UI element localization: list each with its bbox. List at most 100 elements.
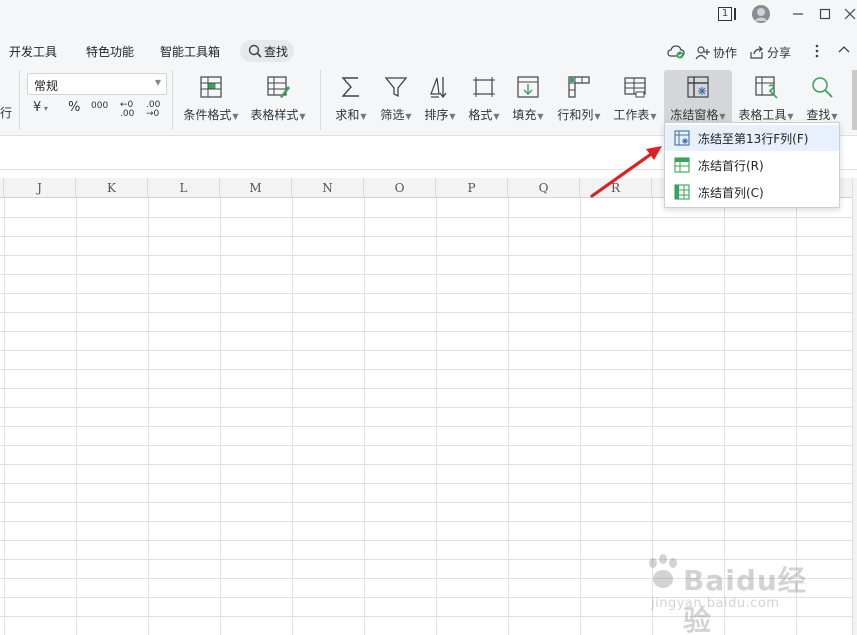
grid-row-line [0, 312, 852, 313]
grid-column-line [4, 198, 5, 635]
minimize-icon [793, 13, 803, 15]
chevron-down-icon: ▼ [154, 78, 161, 87]
grid-row-line [0, 350, 852, 351]
avatar-icon [752, 5, 770, 23]
fill-down-icon [517, 76, 539, 98]
ribbon-scroll-edge [852, 70, 857, 130]
search-label: 查找 [264, 45, 289, 59]
grid-row-line [0, 483, 852, 484]
search-button[interactable]: 查找 [240, 40, 294, 62]
column-header-p[interactable]: P [436, 178, 508, 198]
search-icon [812, 77, 833, 98]
freeze-to-cell-label: 冻结至第13行F列(F) [698, 131, 809, 146]
percent-format-button[interactable]: % [68, 100, 80, 115]
table-tools-button[interactable]: 表格工具▼ [737, 70, 795, 128]
grid-column-line [220, 198, 221, 635]
increase-decimal-button[interactable]: ←0 .00 [120, 101, 138, 119]
chevron-up-icon [838, 46, 850, 53]
table-tools-icon [755, 76, 778, 99]
sort-label: 排序 [424, 108, 449, 122]
cloud-sync-icon [667, 45, 685, 59]
minimize-button[interactable] [788, 4, 808, 24]
column-header-o[interactable]: O [364, 178, 436, 198]
fill-button[interactable]: 填充▼ [510, 70, 546, 128]
grid-column-line [76, 198, 77, 635]
find-label: 查找 [806, 108, 831, 122]
maximize-icon [819, 8, 831, 20]
conditional-format-button[interactable]: 条件格式▼ [182, 70, 240, 128]
format-icon [473, 77, 495, 97]
decrease-decimal-button[interactable]: .00 →0 [146, 101, 164, 119]
column-header-m[interactable]: M [220, 178, 292, 198]
freeze-first-col-item[interactable]: 冻结首列(C) [665, 179, 839, 205]
freeze-panes-button[interactable]: 冻结窗格▼ [664, 70, 732, 128]
tab-smart-toolbox[interactable]: 智能工具箱 [160, 43, 220, 60]
conditional-format-icon [200, 76, 222, 98]
avatar[interactable] [750, 4, 772, 24]
collaborate-button[interactable]: 协作 [695, 44, 737, 61]
row-col-icon [568, 76, 590, 98]
column-header-l[interactable]: L [148, 178, 220, 198]
row-col-button[interactable]: 行和列▼ [555, 70, 603, 128]
table-style-button[interactable]: 表格样式▼ [249, 70, 307, 128]
page-indicator[interactable]: 1 [714, 4, 740, 24]
grid-row-line [0, 217, 852, 218]
filter-button[interactable]: 筛选▼ [378, 70, 414, 128]
worksheet-icon [624, 77, 646, 98]
freeze-panes-icon [687, 76, 709, 98]
worksheet-button[interactable]: 工作表▼ [611, 70, 659, 128]
column-header-k[interactable]: K [76, 178, 148, 198]
thousands-separator-button[interactable]: 000 [91, 101, 108, 111]
number-format-value: 常规 [34, 79, 59, 93]
grid-column-line [364, 198, 365, 635]
column-header-n[interactable]: N [292, 178, 364, 198]
search-icon [248, 44, 262, 58]
baidu-watermark: Baidu经验 jingyan.baidu.com [645, 545, 825, 635]
conditional-format-label: 条件格式 [183, 108, 232, 122]
freeze-panes-menu: 冻结至第13行F列(F) 冻结首行(R) 冻结首列(C) [664, 122, 840, 208]
currency-format-button[interactable]: ¥ ▾ [33, 100, 48, 115]
sigma-icon [341, 77, 359, 97]
annotation-arrow [590, 146, 662, 198]
grid-row-line [0, 407, 852, 408]
share-button[interactable]: 分享 [749, 44, 791, 61]
column-header-q[interactable]: Q [508, 178, 580, 198]
grid-column-line [436, 198, 437, 635]
worksheet-label: 工作表 [613, 108, 650, 122]
freeze-first-row-item[interactable]: 冻结首行(R) [665, 152, 839, 178]
filter-label: 筛选 [380, 108, 405, 122]
paw-logo-icon [649, 554, 677, 588]
share-icon [750, 46, 763, 59]
collapse-ribbon-button[interactable] [838, 44, 850, 54]
column-header-j[interactable]: J [4, 178, 76, 198]
vertical-scrollbar[interactable] [852, 178, 857, 635]
format-button[interactable]: 格式▼ [466, 70, 502, 128]
sort-button[interactable]: 排序▼ [422, 70, 458, 128]
sum-button[interactable]: 求和▼ [333, 70, 369, 128]
filter-icon [384, 77, 408, 98]
table-tools-label: 表格工具 [738, 108, 787, 122]
table-style-icon [267, 76, 290, 98]
more-menu-button[interactable] [815, 44, 819, 58]
row-col-label: 行和列 [557, 108, 594, 122]
tab-developer-tools[interactable]: 开发工具 [9, 43, 57, 60]
grid-row-line [0, 331, 852, 332]
close-icon [844, 8, 855, 20]
more-vertical-icon [815, 44, 819, 58]
grid-column-line [508, 198, 509, 635]
find-button[interactable]: 查找▼ [804, 70, 840, 128]
number-format-select[interactable]: 常规 ▼ [27, 73, 167, 95]
title-bar: 1 [0, 0, 857, 30]
freeze-first-row-label: 冻结首行(R) [698, 158, 764, 173]
tab-special-features[interactable]: 特色功能 [86, 43, 134, 60]
freeze-panes-label: 冻结窗格 [670, 108, 719, 122]
freeze-to-cell-item[interactable]: 冻结至第13行F列(F) [665, 125, 839, 151]
grid-row-line [0, 464, 852, 465]
format-label: 格式 [468, 108, 493, 122]
grid-column-line [148, 198, 149, 635]
close-button[interactable] [842, 4, 857, 24]
cloud-sync-status[interactable] [667, 44, 685, 60]
grid-row-line [0, 445, 852, 446]
maximize-button[interactable] [815, 4, 835, 24]
grid-row-line [0, 255, 852, 256]
